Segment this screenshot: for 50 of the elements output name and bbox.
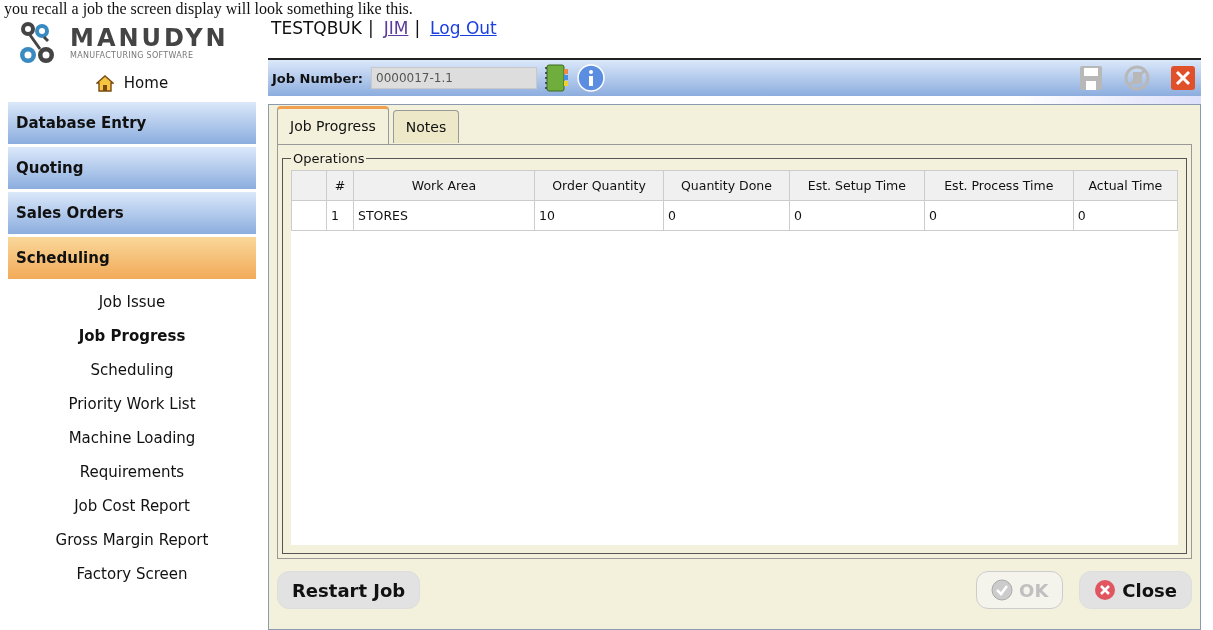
column-header: Est. Process Time bbox=[924, 170, 1074, 201]
table-cell: 0 bbox=[1073, 200, 1178, 231]
check-icon bbox=[991, 579, 1014, 601]
table-cell: 0 bbox=[789, 200, 925, 231]
menu-section[interactable]: Database Entry bbox=[8, 102, 256, 144]
home-link[interactable]: Home bbox=[95, 68, 169, 98]
menu-item[interactable]: Requirements bbox=[79, 455, 185, 489]
close-button[interactable]: Close bbox=[1079, 571, 1192, 609]
column-header: Actual Time bbox=[1073, 170, 1178, 201]
menu-item[interactable]: Priority Work List bbox=[68, 387, 196, 421]
menu-item[interactable]: Job Progress bbox=[78, 319, 186, 353]
table-cell: 10 bbox=[534, 200, 664, 231]
table-cell: 0 bbox=[924, 200, 1074, 231]
menu-item[interactable]: Factory Screen bbox=[76, 557, 188, 591]
notebook-icon[interactable] bbox=[545, 64, 569, 92]
logo-wordmark: MANUDYN bbox=[70, 25, 229, 51]
column-header: Order Quantity bbox=[534, 170, 664, 201]
user-link[interactable]: JIM bbox=[383, 18, 409, 38]
restart-job-button[interactable]: Restart Job bbox=[277, 571, 421, 609]
house-icon bbox=[95, 74, 114, 92]
column-header: Est. Setup Time bbox=[789, 170, 925, 201]
logout-link[interactable]: Log Out bbox=[430, 18, 497, 38]
header-cell bbox=[291, 170, 327, 201]
table-cell: STORES bbox=[353, 200, 535, 231]
menu-item[interactable]: Job Cost Report bbox=[74, 489, 190, 523]
menu-item[interactable]: Scheduling bbox=[90, 353, 174, 387]
table-cell: 1 bbox=[326, 200, 354, 231]
close-icon bbox=[1094, 579, 1117, 601]
document-text: you recall a job the screen display will look something like this. bbox=[3, 0, 414, 18]
menu-section[interactable]: Quoting bbox=[8, 147, 256, 189]
job-number-label: Job Number: bbox=[272, 70, 363, 86]
tab[interactable]: Notes bbox=[392, 110, 460, 143]
menu-section[interactable]: Scheduling bbox=[8, 237, 256, 279]
logo-tagline: MANUFACTURING SOFTWARE bbox=[70, 51, 195, 61]
close-icon[interactable] bbox=[1169, 64, 1197, 92]
column-header: # bbox=[326, 170, 354, 201]
separator: | bbox=[367, 18, 374, 38]
company-name: TESTQBUK bbox=[271, 18, 362, 38]
tab[interactable]: Job Progress bbox=[277, 106, 389, 144]
column-header: Work Area bbox=[353, 170, 535, 201]
job-number-field[interactable]: 0000017-1.1 bbox=[371, 67, 537, 89]
menu-section[interactable]: Sales Orders bbox=[8, 192, 256, 234]
separator: | bbox=[414, 18, 421, 38]
group-legend: Operations bbox=[291, 151, 367, 166]
table-cell: 0 bbox=[663, 200, 790, 231]
column-header: Quantity Done bbox=[663, 170, 790, 201]
menu-item[interactable]: Job Issue bbox=[98, 285, 166, 319]
menu-item[interactable]: Gross Margin Report bbox=[55, 523, 209, 557]
menu-item[interactable]: Machine Loading bbox=[68, 421, 196, 455]
info-icon[interactable] bbox=[577, 64, 605, 92]
